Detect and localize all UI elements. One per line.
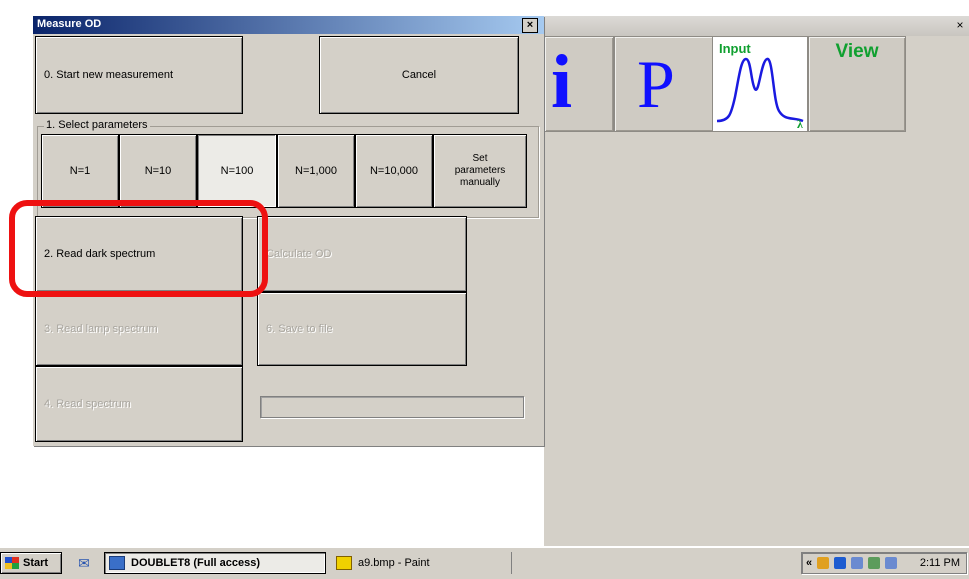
param-n1000-button[interactable]: N=1,000 [277, 134, 355, 208]
view-label: View [835, 41, 879, 62]
main-window-titlebar: × [544, 16, 969, 36]
quick-launch-icon[interactable]: ✉ [74, 552, 94, 574]
start-label: Start [23, 557, 49, 569]
highlight-annotation [9, 200, 268, 297]
start-button[interactable]: Start [0, 552, 62, 574]
read-lamp-spectrum-button[interactable]: 3. Read lamp spectrum [35, 292, 243, 366]
start-new-measurement-label: 0. Start new measurement [44, 69, 174, 81]
tray-alert-icon[interactable] [817, 557, 830, 569]
dialog-titlebar[interactable]: Measure OD × [33, 16, 544, 34]
windows-logo-icon [5, 557, 19, 569]
network-activity-icon[interactable] [868, 557, 881, 569]
dialog-close-button[interactable]: × [522, 18, 538, 33]
screen: × i P λ Input View Measure OD × 0. Start… [0, 0, 969, 579]
set-parameters-manually-button[interactable]: Set parameters manually [433, 134, 527, 208]
info-icon: i [551, 40, 573, 124]
network-disconnected-icon[interactable] [851, 557, 864, 569]
system-tray: « 2:11 PM [801, 552, 967, 574]
dialog-title: Measure OD [37, 18, 102, 30]
view-button[interactable]: View [808, 36, 906, 132]
taskbar-item-paint[interactable]: a9.bmp - Paint [328, 552, 512, 574]
cancel-button[interactable]: Cancel [319, 36, 519, 114]
svg-text:λ: λ [797, 117, 803, 131]
taskbar-item-doublet8-label: DOUBLET8 (Full access) [131, 557, 260, 569]
doublet-app-icon [109, 556, 125, 570]
param-n100-button[interactable]: N=100 [197, 134, 277, 208]
taskbar: Start ✉ DOUBLET8 (Full access) a9.bmp - … [0, 546, 969, 579]
param-n1-button[interactable]: N=1 [41, 134, 119, 208]
read-lamp-spectrum-label: 3. Read lamp spectrum [44, 323, 158, 335]
main-window-close-button[interactable]: × [953, 18, 967, 32]
info-button[interactable]: i [544, 36, 614, 132]
save-to-file-button[interactable]: 6. Save to file [257, 292, 467, 366]
read-spectrum-label: 4. Read spectrum [44, 398, 131, 410]
cancel-label: Cancel [401, 69, 437, 81]
param-n10000-label: N=10,000 [369, 165, 418, 177]
progress-bar [260, 396, 524, 418]
p-icon: P [637, 46, 675, 122]
taskbar-item-doublet8[interactable]: DOUBLET8 (Full access) [104, 552, 326, 574]
param-n10000-button[interactable]: N=10,000 [355, 134, 433, 208]
network-icon[interactable] [885, 557, 898, 569]
input-label: Input [719, 41, 751, 56]
save-to-file-label: 6. Save to file [266, 323, 333, 335]
param-n1000-label: N=1,000 [295, 165, 337, 177]
select-parameters-label: 1. Select parameters [44, 119, 150, 131]
clock[interactable]: 2:11 PM [920, 557, 960, 569]
param-n10-label: N=10 [144, 165, 172, 177]
read-spectrum-button[interactable]: 4. Read spectrum [35, 366, 243, 442]
param-n1-label: N=1 [69, 165, 91, 177]
taskbar-item-paint-label: a9.bmp - Paint [358, 557, 430, 569]
param-n10-button[interactable]: N=10 [119, 134, 197, 208]
paint-app-icon [336, 556, 352, 570]
calculate-od-button[interactable]: Calculate OD [257, 216, 467, 292]
param-n100-label: N=100 [220, 165, 254, 177]
bluetooth-icon[interactable] [834, 557, 847, 569]
calculate-od-label: Calculate OD [266, 248, 332, 260]
set-parameters-manually-label: Set parameters manually [454, 153, 506, 188]
input-button[interactable]: λ Input [712, 36, 808, 132]
parameters-button[interactable]: P [614, 36, 714, 132]
tray-expand-icon[interactable]: « [806, 557, 812, 569]
start-new-measurement-button[interactable]: 0. Start new measurement [35, 36, 243, 114]
